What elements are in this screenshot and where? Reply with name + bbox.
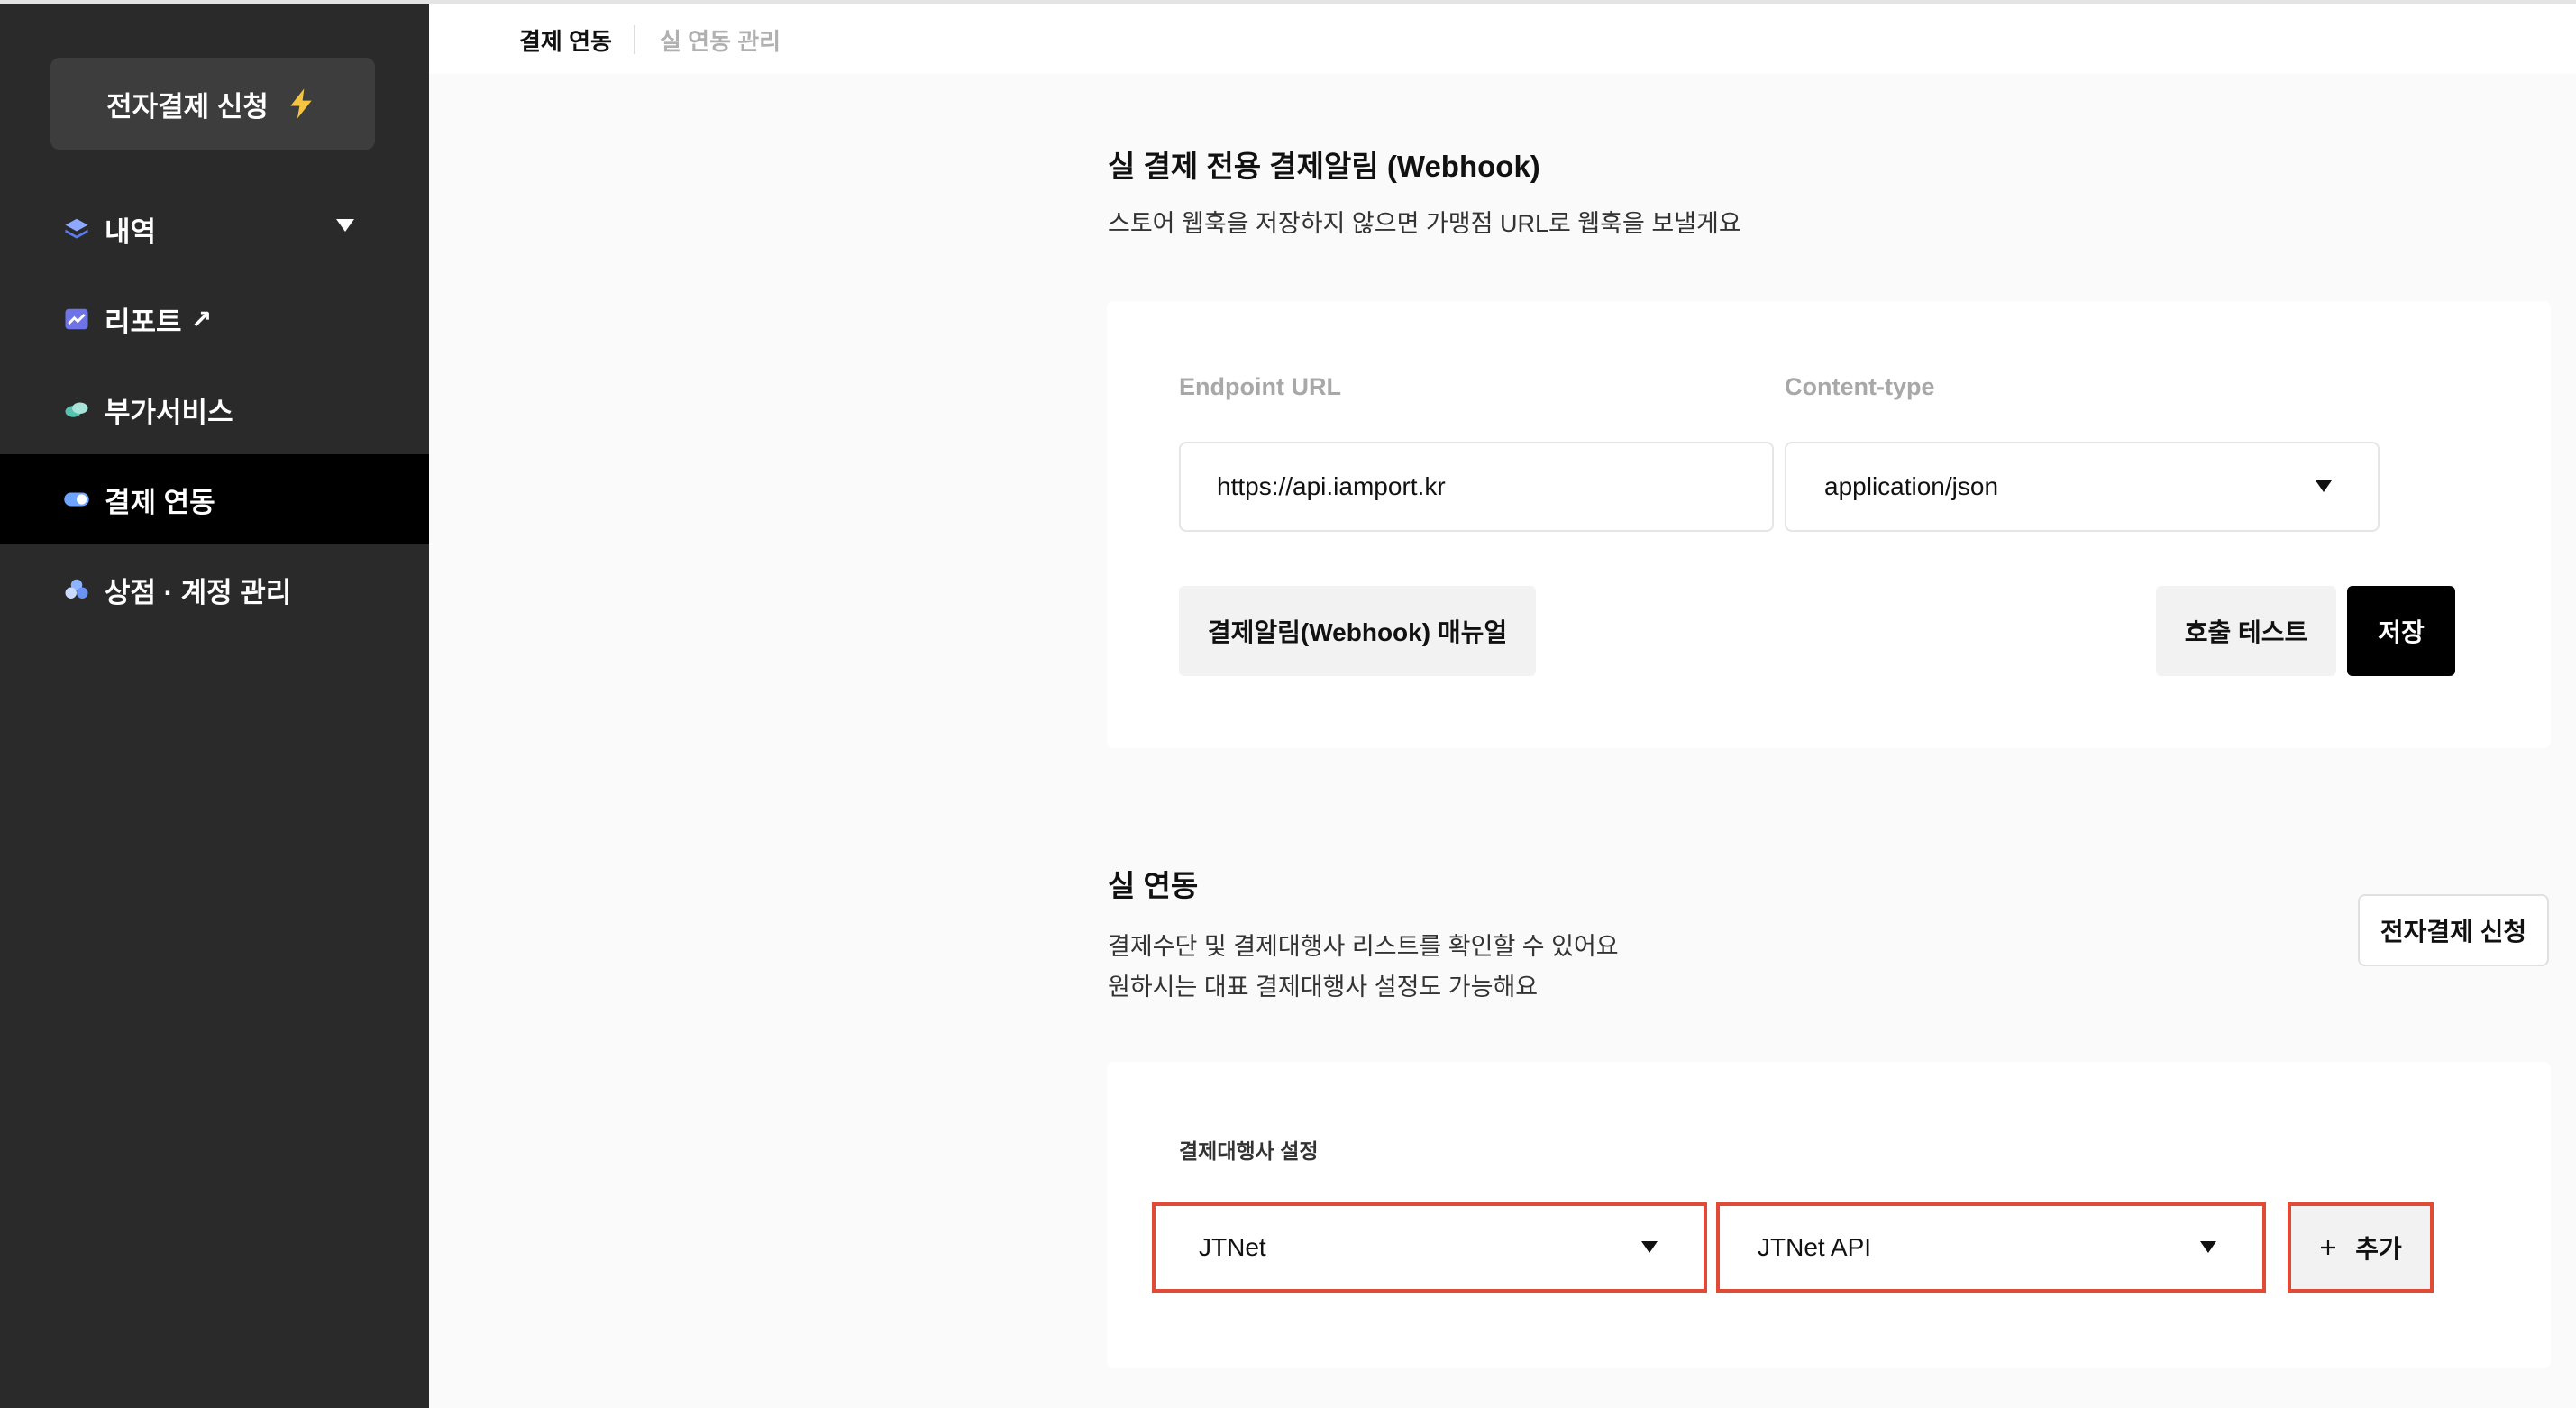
toggle-icon (64, 492, 89, 507)
add-pg-label: 추가 (2355, 1235, 2402, 1263)
pg-select[interactable]: JTNet (1152, 1202, 1707, 1293)
pills-icon (65, 402, 88, 417)
pg-module-select[interactable]: JTNet API (1716, 1202, 2266, 1293)
pg-settings-card: 결제대행사 설정 JTNet JTNet API 추가 (1107, 1062, 2551, 1368)
chevron-down-icon (1641, 1241, 1658, 1253)
call-test-label: 호출 테스트 (2184, 618, 2308, 646)
sidebar-item-label: 리포트 (105, 306, 182, 338)
sidebar-item-label: 내역 (105, 215, 157, 248)
webhook-manual-button[interactable]: 결제알림(Webhook) 매뉴얼 (1179, 586, 1536, 676)
sidebar-item-label: 상점 · 계정 관리 (105, 576, 292, 608)
call-test-button[interactable]: 호출 테스트 (2156, 586, 2336, 676)
chart-icon (65, 308, 88, 330)
live-section-title: 실 연동 (1108, 869, 1199, 902)
live-apply-label: 전자결제 신청 (2380, 918, 2527, 946)
webhook-manual-label: 결제알림(Webhook) 매뉴얼 (1207, 618, 1508, 646)
live-apply-button[interactable]: 전자결제 신청 (2358, 894, 2549, 966)
tab-bar: 결제 연동 실 연동 관리 (429, 4, 2576, 74)
content-type-value: application/json (1824, 472, 1999, 500)
pg-select-value: JTNet (1199, 1233, 1266, 1261)
lightning-icon (290, 88, 312, 119)
live-description-line1: 결제수단 및 결제대행사 리스트를 확인할 수 있어요 (1108, 933, 1619, 960)
tab-payment-integration[interactable]: 결제 연동 (519, 23, 612, 57)
chevron-down-icon (2316, 480, 2332, 492)
layers-icon (65, 218, 88, 239)
chevron-down-icon (336, 219, 354, 232)
content-type-label: Content-type (1785, 373, 1935, 400)
sidebar-item-payment-integration[interactable]: 결제 연동 (0, 454, 429, 544)
endpoint-url-input[interactable]: https://api.iamport.kr (1179, 442, 1774, 532)
sidebar-item-store-account[interactable]: 상점 · 계정 관리 (0, 544, 429, 635)
add-pg-button[interactable]: 추가 (2288, 1202, 2434, 1293)
sidebar-item-report[interactable]: 리포트 ↗ (0, 274, 429, 364)
sidebar-apply-label: 전자결제 신청 (106, 90, 269, 123)
sidebar-apply-button[interactable]: 전자결제 신청 (50, 58, 375, 150)
save-label: 저장 (2378, 618, 2425, 646)
save-button[interactable]: 저장 (2347, 586, 2455, 676)
endpoint-url-label: Endpoint URL (1179, 373, 1341, 400)
sidebar-item-label: 부가서비스 (105, 396, 233, 428)
sidebar-item-label: 결제 연동 (105, 486, 215, 518)
pg-settings-label: 결제대행사 설정 (1179, 1139, 1319, 1163)
external-link-icon: ↗ (190, 305, 213, 334)
tab-divider (634, 25, 635, 54)
people-icon (65, 579, 88, 599)
endpoint-url-value: https://api.iamport.kr (1217, 472, 1446, 500)
sidebar: 전자결제 신청 내역 리포트 ↗ 부가서비스 결제 연동 상점 · 계정 관리 (0, 4, 429, 1408)
pg-module-value: JTNet API (1758, 1233, 1872, 1261)
chevron-down-icon (2200, 1241, 2216, 1253)
webhook-description: 스토어 웹훅을 저장하지 않으면 가맹점 URL로 웹훅을 보낼게요 (1108, 210, 1741, 237)
content-type-select[interactable]: application/json (1785, 442, 2380, 532)
webhook-card: Endpoint URL Content-type https://api.ia… (1107, 301, 2551, 748)
sidebar-item-history[interactable]: 내역 (0, 184, 429, 274)
live-description-line2: 원하시는 대표 결제대행사 설정도 가능해요 (1108, 974, 1539, 1001)
plus-icon (2321, 1240, 2336, 1255)
webhook-section-title: 실 결제 전용 결제알림 (Webhook) (1108, 150, 1540, 183)
tab-live-integration-management[interactable]: 실 연동 관리 (660, 23, 781, 57)
main-content: 결제 연동 실 연동 관리 실 결제 전용 결제알림 (Webhook) 스토어… (429, 4, 2576, 1408)
sidebar-item-addons[interactable]: 부가서비스 (0, 364, 429, 454)
